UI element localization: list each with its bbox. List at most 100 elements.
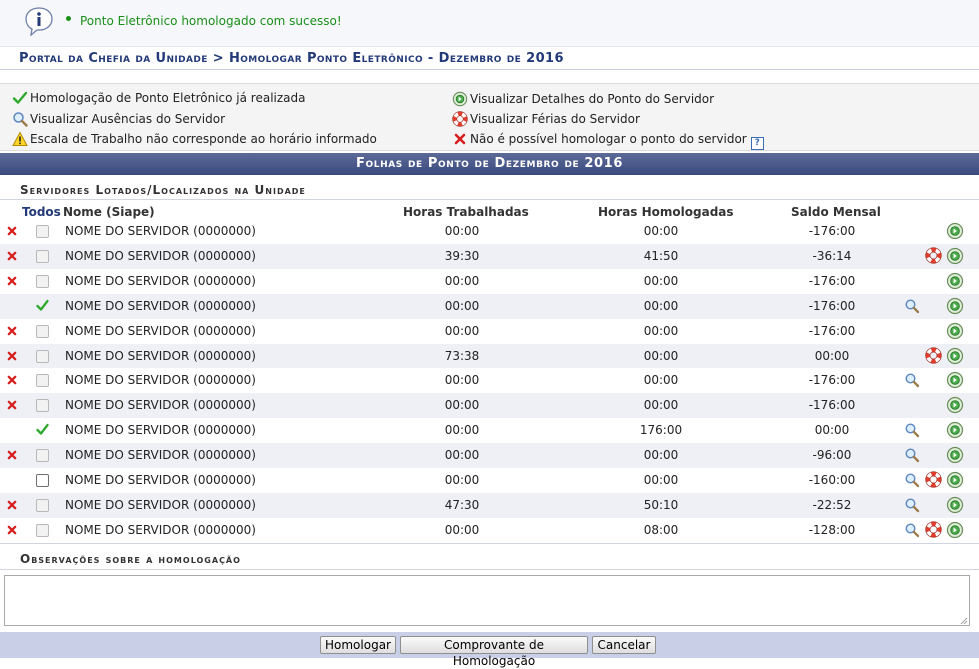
magnifier-icon[interactable] xyxy=(904,522,920,538)
details-icon[interactable] xyxy=(946,247,964,265)
saldo-mensal: -36:14 xyxy=(812,248,852,263)
servidor-name: NOME DO SERVIDOR (0000000) xyxy=(65,448,256,463)
select-all-toggle[interactable]: Todos xyxy=(22,205,61,219)
magnifier-icon[interactable] xyxy=(904,372,920,388)
table-row: NOME DO SERVIDOR (0000000) 47:30 50:10 -22:… xyxy=(0,492,979,518)
table-row: NOME DO SERVIDOR (0000000) 00:00 00:00 -96:… xyxy=(0,443,979,469)
legend-label: Visualizar Férias do Servidor xyxy=(470,112,640,126)
legend-homologado: Homologação de Ponto Eletrônico já reali… xyxy=(12,90,306,108)
red-x-icon xyxy=(7,326,17,335)
horas-trabalhadas: 00:00 xyxy=(444,273,480,288)
horas-homologadas: 00:00 xyxy=(643,298,679,313)
red-x-icon xyxy=(7,276,17,286)
lifebuoy-icon[interactable] xyxy=(925,521,942,538)
saldo-mensal: -96:00 xyxy=(812,448,852,463)
horas-homologadas: 00:00 xyxy=(643,448,679,463)
servidor-name: NOME DO SERVIDOR (0000000) xyxy=(65,473,256,487)
magnifier-icon[interactable] xyxy=(904,447,920,463)
saldo-mensal: -176:00 xyxy=(808,273,856,288)
horas-trabalhadas: 73:38 xyxy=(444,348,480,363)
horas-homologadas: 08:00 xyxy=(643,522,679,537)
help-icon[interactable]: ? xyxy=(750,137,764,150)
subtitle-divider xyxy=(0,199,979,200)
horas-homologadas: 00:00 xyxy=(643,273,679,288)
servidor-name: NOME DO SERVIDOR (0000000) xyxy=(65,373,256,388)
table-row: NOME DO SERVIDOR (0000000) 00:00 00:00 -176… xyxy=(0,318,979,344)
servidor-name: NOME DO SERVIDOR (0000000) xyxy=(65,423,256,438)
table-row: NOME DO SERVIDOR (0000000) 00:00 08:00 -128… xyxy=(0,517,979,543)
resize-grip-icon[interactable] xyxy=(960,617,968,625)
table-row: NOME DO SERVIDOR (0000000) 00:00 00:00 -176… xyxy=(0,293,979,319)
legend-label: Visualizar Detalhes do Ponto do Servidor xyxy=(470,92,715,106)
column-header-balance: Saldo Mensal xyxy=(791,205,881,219)
details-icon[interactable] xyxy=(946,446,964,464)
horas-homologadas: 00:00 xyxy=(643,224,679,238)
saldo-mensal: 00:00 xyxy=(814,348,850,363)
cancel-button[interactable]: Cancelar xyxy=(592,636,656,654)
homologar-button[interactable]: Homologar xyxy=(320,636,396,654)
saldo-mensal: -22:52 xyxy=(812,497,852,512)
lifebuoy-icon[interactable] xyxy=(925,247,942,264)
title-divider xyxy=(0,69,979,70)
row-checkbox[interactable] xyxy=(36,474,49,487)
legend-label: Escala de Trabalho não corresponde ao ho… xyxy=(30,132,377,146)
legend-label: Visualizar Ausências do Servidor xyxy=(30,112,225,126)
table-row: NOME DO SERVIDOR (0000000) 00:00 00:00 -160… xyxy=(0,468,979,493)
comprovante-button[interactable]: Comprovante de Homologação xyxy=(400,636,588,668)
magnifier-icon[interactable] xyxy=(904,497,920,513)
column-header-approved: Horas Homologadas xyxy=(598,205,734,219)
details-icon xyxy=(452,91,468,107)
horas-homologadas: 00:00 xyxy=(643,473,679,487)
details-icon[interactable] xyxy=(946,297,964,315)
red-x-icon xyxy=(7,400,17,410)
servidor-name: NOME DO SERVIDOR (0000000) xyxy=(65,497,256,512)
legend-label: Não é possível homologar o ponto do serv… xyxy=(470,132,747,146)
details-icon[interactable] xyxy=(946,521,964,539)
saldo-mensal: -160:00 xyxy=(808,473,856,487)
servidor-name: NOME DO SERVIDOR (0000000) xyxy=(65,248,256,263)
details-icon[interactable] xyxy=(946,371,964,389)
observations-textarea[interactable] xyxy=(4,575,970,626)
details-icon[interactable] xyxy=(946,222,964,240)
details-icon[interactable] xyxy=(946,322,964,340)
horas-trabalhadas: 00:00 xyxy=(444,373,480,388)
magnifier-icon[interactable] xyxy=(904,472,920,488)
row-checkbox xyxy=(36,349,49,363)
saldo-mensal: -176:00 xyxy=(808,373,856,388)
details-icon[interactable] xyxy=(946,272,964,290)
servidor-name: NOME DO SERVIDOR (0000000) xyxy=(65,224,256,238)
legend-escala: Escala de Trabalho não corresponde ao ho… xyxy=(12,131,377,149)
red-x-icon xyxy=(7,500,17,510)
lifebuoy-icon[interactable] xyxy=(925,346,942,364)
lifebuoy-icon[interactable] xyxy=(925,471,942,488)
saldo-mensal: -176:00 xyxy=(808,398,856,413)
magnifier-icon[interactable] xyxy=(904,422,920,438)
legend-ferias: Visualizar Férias do Servidor xyxy=(452,111,640,129)
horas-trabalhadas: 00:00 xyxy=(444,473,480,487)
observations-title: Observações sobre a homologação xyxy=(20,552,241,566)
table-row: NOME DO SERVIDOR (0000000) 00:00 00:00 -176… xyxy=(0,219,979,244)
details-icon[interactable] xyxy=(946,496,964,514)
column-header-name: Nome (Siape) xyxy=(63,205,155,219)
row-checkbox xyxy=(36,523,49,537)
section-subtitle: Servidores Lotados/Localizados na Unidad… xyxy=(20,183,306,197)
legend-nao-homologar: Não é possível homologar o ponto do serv… xyxy=(452,131,764,150)
saldo-mensal: -176:00 xyxy=(808,224,856,238)
details-icon[interactable] xyxy=(946,396,964,414)
horas-homologadas: 50:10 xyxy=(643,497,679,512)
info-icon xyxy=(25,7,53,36)
servidor-name: NOME DO SERVIDOR (0000000) xyxy=(65,522,256,537)
magnifier-icon[interactable] xyxy=(904,298,920,314)
table-title: Folhas de Ponto de Dezembro de 2016 xyxy=(0,153,979,175)
warning-icon xyxy=(12,131,28,146)
red-x-icon xyxy=(7,226,17,236)
column-header-worked: Horas Trabalhadas xyxy=(403,205,529,219)
row-checkbox xyxy=(36,249,49,263)
details-icon[interactable] xyxy=(946,421,964,439)
table-row: NOME DO SERVIDOR (0000000) 00:00 176:00 00:… xyxy=(0,418,979,444)
green-check-icon xyxy=(12,91,28,104)
details-icon[interactable] xyxy=(946,347,964,365)
red-x-icon xyxy=(7,376,17,385)
details-icon[interactable] xyxy=(946,471,964,489)
table-row: NOME DO SERVIDOR (0000000) 00:00 00:00 -176… xyxy=(0,268,979,294)
